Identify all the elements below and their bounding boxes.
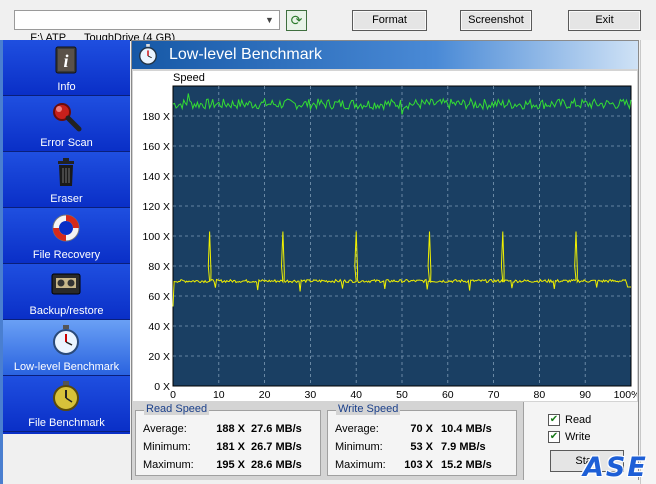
chevron-down-icon[interactable]: ▼ [262, 12, 277, 28]
x-tick-label: 20 [259, 389, 271, 401]
sidebar-item-backup-restore[interactable]: Backup/restore [3, 264, 130, 320]
sidebar-item-label: File Benchmark [28, 417, 105, 429]
stat-mb: 15.2 MB/s [441, 459, 492, 471]
sidebar: i Info Error Scan Eraser File Recovery B… [3, 40, 130, 434]
stat-key: Average: [143, 423, 187, 435]
sidebar-item-low-level-benchmark[interactable]: Low-level Benchmark [3, 320, 130, 376]
trash-icon [58, 158, 74, 186]
stats-area: Read Speed Average: 188 X 27.6 MB/s Mini… [132, 402, 638, 480]
y-tick-label: 60 X [148, 291, 170, 303]
stopwatch-gold-icon [53, 381, 79, 411]
stat-x: 70 X [410, 423, 433, 435]
watermark-logo: ASE [583, 452, 648, 483]
sidebar-item-label: Backup/restore [29, 305, 104, 317]
lifebuoy-icon [52, 214, 80, 242]
y-axis-label: Speed [173, 72, 205, 84]
write-checkbox-label: Write [565, 431, 591, 443]
refresh-icon: ⟳ [290, 12, 303, 28]
drive-select[interactable]: F:\ ATP ToughDrive (4 GB) ▼ [14, 10, 280, 44]
sidebar-item-file-recovery[interactable]: File Recovery [3, 208, 130, 264]
screenshot-button[interactable]: Screenshot [460, 10, 532, 31]
y-tick-label: 140 X [143, 171, 170, 183]
check-icon[interactable]: ✔ [548, 431, 560, 443]
check-icon[interactable]: ✔ [548, 414, 560, 426]
svg-text:i: i [63, 51, 68, 71]
page-title: Low-level Benchmark [132, 41, 638, 69]
format-button[interactable]: Format [352, 10, 427, 31]
sidebar-item-eraser[interactable]: Eraser [3, 152, 130, 208]
stopwatch-icon [53, 325, 79, 355]
write-speed-title: Write Speed [336, 403, 401, 415]
speed-chart-svg: Speed 0 X 20 X 40 X 60 X 80 X 100 X 120 X 140 X 1… [143, 72, 641, 401]
y-tick-label: 0 X [154, 381, 170, 393]
stat-x: 188 X [216, 423, 245, 435]
x-tick-label: 80 [534, 389, 546, 401]
x-tick-label: 60 [442, 389, 454, 401]
background-window [640, 40, 656, 484]
x-tick-label: 90 [579, 389, 591, 401]
stopwatch-icon [139, 44, 157, 65]
stat-key: Minimum: [143, 441, 191, 453]
sidebar-item-info[interactable]: i Info [3, 40, 130, 96]
stat-mb: 26.7 MB/s [251, 441, 302, 453]
x-tick-label: 30 [305, 389, 317, 401]
write-speed-group: Write Speed Average: 70 X 10.4 MB/s Mini… [327, 403, 517, 476]
stat-key: Average: [335, 423, 379, 435]
stat-x: 103 X [404, 459, 433, 471]
magnifier-icon [53, 103, 82, 132]
y-tick-label: 40 X [148, 321, 170, 333]
stat-key: Maximum: [335, 459, 386, 471]
read-speed-title: Read Speed [144, 403, 210, 415]
toolbar: F:\ ATP ToughDrive (4 GB) ▼ ⟳ Format Scr… [0, 0, 656, 44]
y-tick-label: 100 X [143, 231, 170, 243]
read-speed-group: Read Speed Average: 188 X 27.6 MB/s Mini… [135, 403, 321, 476]
x-tick-label: 40 [350, 389, 362, 401]
stat-mb: 7.9 MB/s [441, 441, 486, 453]
page-title-text: Low-level Benchmark [169, 46, 322, 63]
read-checkbox-label: Read [565, 414, 592, 426]
sidebar-item-label: Low-level Benchmark [13, 361, 120, 373]
stat-mb: 27.6 MB/s [251, 423, 302, 435]
tape-icon [51, 273, 81, 295]
x-tick-label: 0 [170, 389, 176, 401]
x-tick-label: 100% [614, 389, 637, 401]
speed-chart: Speed 0 X 20 X 40 X 60 X 80 X 100 X 120 X 140 X 1… [133, 71, 641, 401]
x-tick-label: 10 [213, 389, 225, 401]
info-icon: i [55, 46, 77, 74]
stat-key: Maximum: [143, 459, 194, 471]
x-tick-label: 70 [488, 389, 500, 401]
stat-x: 181 X [216, 441, 245, 453]
y-tick-label: 120 X [143, 201, 170, 213]
refresh-button[interactable]: ⟳ [286, 10, 307, 31]
y-tick-label: 20 X [148, 351, 170, 363]
sidebar-item-error-scan[interactable]: Error Scan [3, 96, 130, 152]
benchmark-panel: Low-level Benchmark Speed 0 X 20 X 40 X 60 X… [131, 40, 641, 480]
sidebar-item-label: Error Scan [40, 137, 93, 149]
stat-mb: 28.6 MB/s [251, 459, 302, 471]
x-tick-label: 50 [396, 389, 408, 401]
sidebar-item-file-benchmark[interactable]: File Benchmark [3, 376, 130, 432]
y-tick-label: 80 X [148, 261, 170, 273]
stat-mb: 10.4 MB/s [441, 423, 492, 435]
sidebar-item-label: Info [57, 81, 76, 93]
sidebar-item-label: File Recovery [32, 249, 101, 261]
stat-key: Minimum: [335, 441, 383, 453]
exit-button[interactable]: Exit [568, 10, 641, 31]
y-tick-label: 180 X [143, 111, 170, 123]
stat-x: 53 X [410, 441, 433, 453]
sidebar-item-label: Eraser [50, 193, 83, 205]
y-tick-label: 160 X [143, 141, 170, 153]
stat-x: 195 X [216, 459, 245, 471]
sidebar-bottom [3, 434, 130, 484]
